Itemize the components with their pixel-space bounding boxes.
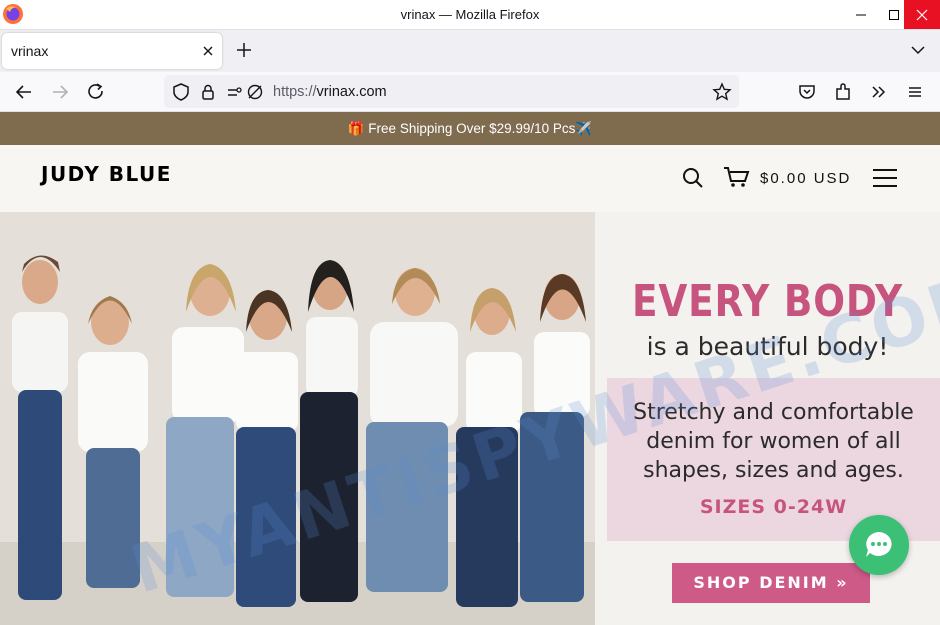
- navigation-toolbar: https://vrinax.com: [0, 72, 940, 112]
- star-icon[interactable]: [711, 81, 733, 103]
- reload-icon[interactable]: [85, 81, 107, 103]
- chevron-down-icon[interactable]: [908, 40, 928, 60]
- close-icon[interactable]: [199, 42, 217, 60]
- hero-body-line: shapes, sizes and ages.: [643, 458, 904, 483]
- pocket-icon[interactable]: [796, 81, 818, 103]
- url-scheme: https://: [273, 84, 317, 100]
- url-bar[interactable]: https://vrinax.com: [164, 75, 739, 108]
- cart-icon[interactable]: [723, 165, 751, 189]
- maximize-icon: [889, 9, 899, 20]
- lock-icon[interactable]: [197, 81, 219, 103]
- tab-vrinax[interactable]: vrinax: [2, 33, 222, 69]
- hero-body-line: Stretchy and comfortable: [633, 400, 914, 425]
- hero-body: Stretchy and comfortable denim for women…: [607, 398, 940, 485]
- hero-headline: EVERY BODY: [631, 276, 904, 327]
- permissions-icon[interactable]: [225, 81, 265, 103]
- hero-photo: [0, 212, 606, 625]
- site-logo[interactable]: JUDY BLUE: [41, 162, 172, 186]
- hamburger-icon[interactable]: [872, 167, 898, 189]
- tab-strip: vrinax: [0, 30, 940, 72]
- close-window-button[interactable]: [904, 0, 940, 29]
- menu-icon[interactable]: [904, 81, 926, 103]
- minimize-icon: [856, 14, 866, 15]
- announcement-bar: 🎁 Free Shipping Over $29.99/10 Pcs✈️: [0, 112, 940, 145]
- url-domain: vrinax.com: [316, 84, 387, 100]
- back-icon[interactable]: [13, 81, 35, 103]
- search-icon[interactable]: [682, 167, 704, 189]
- chat-button[interactable]: [849, 515, 909, 575]
- chat-icon: [866, 532, 892, 557]
- forward-icon[interactable]: [49, 81, 71, 103]
- window-title: vrinax — Mozilla Firefox: [400, 7, 540, 22]
- page-viewport: 🎁 Free Shipping Over $29.99/10 Pcs✈️ JUD…: [0, 112, 940, 625]
- extensions-icon[interactable]: [832, 81, 854, 103]
- tab-title: vrinax: [11, 43, 49, 59]
- shop-denim-button[interactable]: SHOP DENIM »: [672, 563, 870, 603]
- cart-total[interactable]: $0.00 USD: [760, 170, 851, 187]
- overflow-icon[interactable]: [868, 81, 890, 103]
- hero-body-line: denim for women of all: [646, 429, 901, 454]
- hero-subheadline: is a beautiful body!: [646, 332, 889, 361]
- plus-icon[interactable]: [233, 39, 255, 61]
- window-titlebar: vrinax — Mozilla Firefox: [0, 0, 940, 30]
- url-text[interactable]: https://vrinax.com: [273, 84, 387, 100]
- site-header: JUDY BLUE $0.00 USD: [0, 145, 940, 212]
- shield-icon[interactable]: [170, 81, 192, 103]
- hero-banner[interactable]: EVERY BODY is a beautiful body! Stretchy…: [0, 212, 940, 625]
- close-icon: [916, 9, 928, 20]
